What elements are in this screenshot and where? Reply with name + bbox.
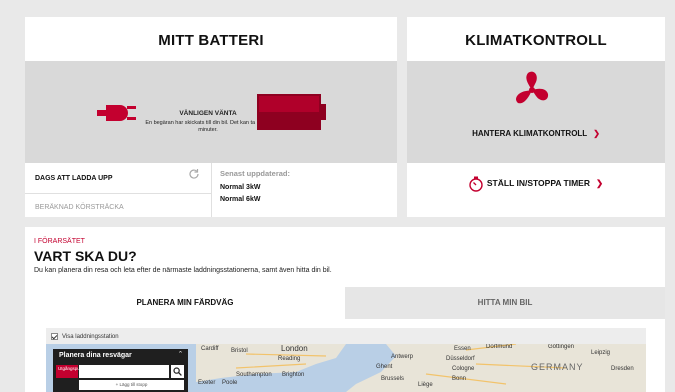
map-label: Poole bbox=[222, 380, 238, 386]
map-label: London bbox=[281, 344, 308, 353]
section-title: VART SKA DU? bbox=[34, 248, 137, 264]
route-planner: Planera dina resvägar ˆ Utgångspunkt + L… bbox=[53, 349, 188, 392]
map-container: Visa laddningsstation Cardiff Bristol Lo… bbox=[46, 328, 646, 392]
map-label: Leipzig bbox=[591, 350, 611, 356]
map-label: Bonn bbox=[452, 376, 467, 382]
timer-label: STÄLL IN/STOPPA TIMER bbox=[486, 178, 590, 188]
map-label: Southampton bbox=[236, 372, 272, 378]
map-label: Düsseldorf bbox=[446, 356, 475, 362]
start-point-tag: Utgångspunkt bbox=[56, 365, 86, 378]
battery-status-band: VÄNLIGEN VÄNTA En begäran har skickats t… bbox=[25, 61, 397, 163]
start-point-input[interactable] bbox=[79, 365, 169, 378]
climate-band: HANTERA KLIMATKONTROLL ❯ bbox=[407, 61, 665, 163]
map-label: Exeter bbox=[198, 380, 216, 386]
battery-panel: MITT BATTERI VÄNLIGEN VÄNTA En begäran h… bbox=[25, 17, 397, 217]
map-label: GERMANY bbox=[531, 362, 584, 372]
search-icon bbox=[173, 367, 182, 376]
add-stop-button[interactable]: + Lägg till stopp bbox=[79, 380, 184, 390]
map-label: Essen bbox=[454, 346, 471, 352]
map-label: Reading bbox=[278, 356, 301, 362]
checkbox-checked-icon[interactable] bbox=[51, 333, 58, 340]
map-label: Dortmund bbox=[486, 344, 513, 350]
divider bbox=[211, 163, 212, 217]
battery-title: MITT BATTERI bbox=[158, 32, 264, 49]
climate-panel: KLIMATKONTROLL HANTERA KLIMATKONTROLL ❯ S… bbox=[407, 17, 665, 217]
manage-climate-link[interactable]: HANTERA KLIMATKONTROLL ❯ bbox=[407, 129, 665, 138]
climate-title: KLIMATKONTROLL bbox=[465, 32, 607, 49]
fan-icon bbox=[515, 71, 549, 104]
manage-climate-label: HANTERA KLIMATKONTROLL bbox=[472, 129, 588, 138]
section-kicker: I FÖRARSÄTET bbox=[34, 238, 85, 245]
search-button[interactable] bbox=[171, 365, 184, 378]
charge-row[interactable]: DAGS ATT LADDA UPP bbox=[25, 163, 211, 194]
map-label: Cologne bbox=[452, 366, 475, 372]
map-label: Brighton bbox=[282, 372, 305, 378]
refresh-icon[interactable] bbox=[188, 168, 200, 180]
wait-text: En begäran har skickats till din bil. De… bbox=[145, 120, 271, 133]
timer-link[interactable]: STÄLL IN/STOPPA TIMER ❯ bbox=[407, 175, 665, 192]
chevron-up-icon[interactable]: ˆ bbox=[179, 350, 182, 360]
wait-message: VÄNLIGEN VÄNTA En begäran har skickats t… bbox=[143, 110, 273, 134]
section-description: Du kan planera din resa och leta efter d… bbox=[34, 267, 332, 274]
show-stations-checkbox[interactable]: Visa laddningsstation bbox=[51, 333, 119, 340]
charge-time-6kw: Normal 6kW bbox=[220, 196, 261, 203]
route-planner-title: Planera dina resvägar bbox=[59, 352, 132, 359]
show-stations-label: Visa laddningsstation bbox=[62, 334, 119, 341]
map[interactable]: Cardiff Bristol London Reading Southampt… bbox=[46, 344, 646, 392]
wait-title: VÄNLIGEN VÄNTA bbox=[179, 110, 237, 117]
map-label: Antwerp bbox=[391, 354, 414, 360]
map-label: Cardiff bbox=[201, 346, 219, 352]
timer-icon bbox=[469, 176, 483, 192]
map-label: Dresden bbox=[611, 366, 634, 372]
map-label: Brussels bbox=[381, 376, 405, 382]
map-label: Bristol bbox=[231, 348, 248, 354]
plug-icon bbox=[97, 105, 136, 121]
chevron-right-icon: ❯ bbox=[593, 129, 600, 138]
trip-panel: I FÖRARSÄTET VART SKA DU? Du kan planera… bbox=[25, 227, 665, 392]
map-label: Ghent bbox=[376, 364, 393, 370]
range-row: BERÄKNAD KÖRSTRÄCKA bbox=[35, 204, 124, 211]
tab-find-car[interactable]: HITTA MIN BIL bbox=[345, 287, 665, 319]
map-label: Liège bbox=[418, 382, 433, 388]
map-label: Göttingen bbox=[548, 344, 575, 350]
tab-plan-route[interactable]: PLANERA MIN FÄRDVÄG bbox=[25, 287, 345, 319]
last-updated-label: Senast uppdaterad: bbox=[220, 169, 291, 178]
chevron-right-icon: ❯ bbox=[595, 178, 604, 188]
battery-icon bbox=[257, 94, 326, 130]
charge-time-3kw: Normal 3kW bbox=[220, 184, 261, 191]
